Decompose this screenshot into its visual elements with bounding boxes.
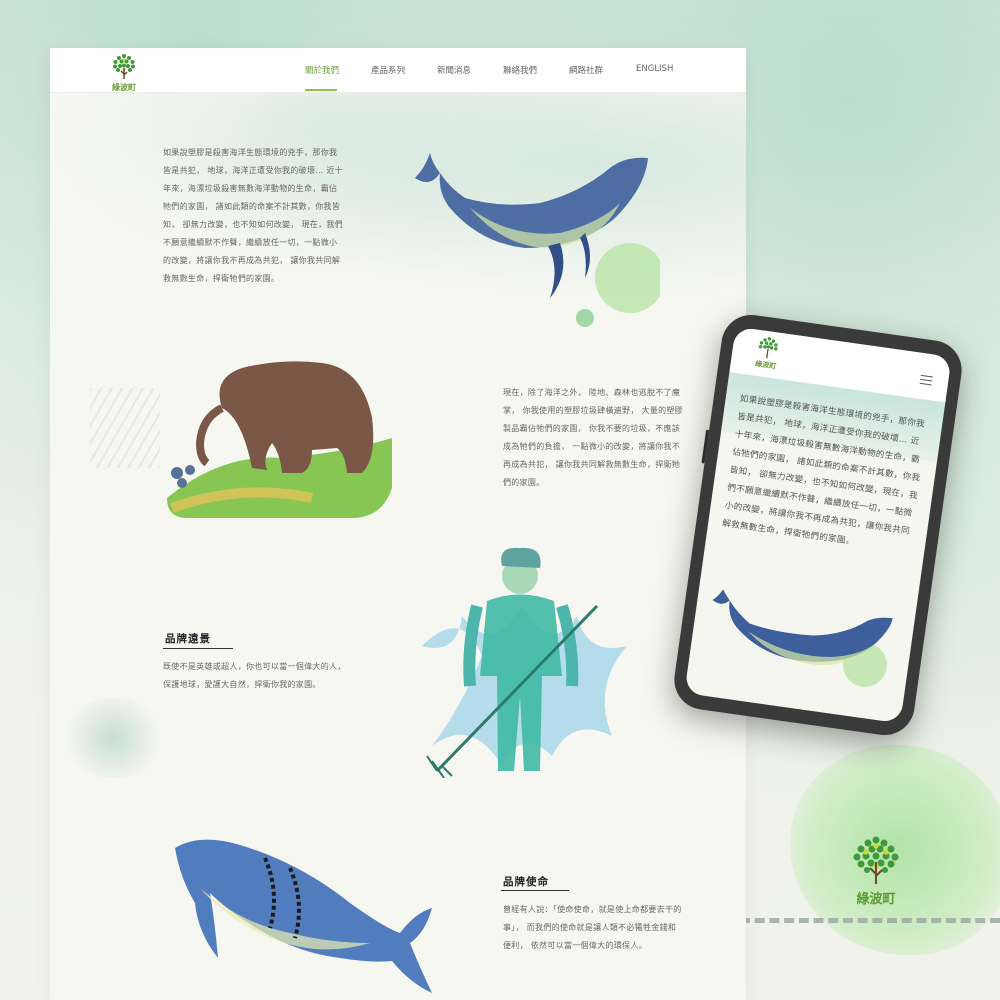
top-navigation: 綠波町 關於我們 產品系列 新聞消息 聯絡我們 網路社群 ENGLISH xyxy=(50,48,746,93)
nav-item-english[interactable]: ENGLISH xyxy=(636,64,673,74)
hamburger-menu-icon[interactable] xyxy=(919,374,933,389)
mobile-brand-logo[interactable]: 綠波町 xyxy=(750,333,785,372)
mobile-whale-illustration xyxy=(712,589,893,687)
mission-title-rule xyxy=(501,890,569,891)
side-brand-logo: 綠波町 xyxy=(846,832,906,907)
whale-illustration-bottom xyxy=(175,839,432,993)
vision-title: 品牌遠景 xyxy=(165,633,211,645)
brand-name: 綠波町 xyxy=(112,83,136,92)
whale-illustration xyxy=(415,153,660,327)
vision-title-rule xyxy=(163,648,233,649)
active-nav-indicator xyxy=(305,89,337,91)
nav-item-news[interactable]: 新聞消息 xyxy=(437,64,471,76)
mobile-screen: 綠波町 如果說塑膠是殺害海洋生態環境的兇手，那你我皆是共犯， 地球，海洋正遭受你… xyxy=(684,326,952,724)
mission-title: 品牌使命 xyxy=(503,876,549,888)
brand-logo[interactable]: 綠波町 xyxy=(106,52,142,93)
sea-god-illustration xyxy=(422,547,627,778)
tree-logo-icon xyxy=(113,54,135,79)
land-paragraph: 現在，除了海洋之外， 陸地、森林也逃脫不了魔掌， 你我使用的塑膠垃圾肆橫遍野， … xyxy=(503,388,683,487)
mobile-intro-paragraph: 如果說塑膠是殺害海洋生態環境的兇手，那你我皆是共犯， 地球，海洋正遭受你我的破壞… xyxy=(721,393,926,548)
desktop-page-mockup: 綠波町 關於我們 產品系列 新聞消息 聯絡我們 網路社群 ENGLISH 如果說… xyxy=(50,48,746,1000)
tree-logo-icon xyxy=(853,836,899,884)
mission-paragraph: 曾經有人說：「使命使命，就是使上命都要去干的事」， 而我們的使命就是讓人類不必犧… xyxy=(503,905,682,950)
nav-item-contact[interactable]: 聯絡我們 xyxy=(503,64,537,76)
elephant-illustration xyxy=(167,361,392,518)
nav-item-social[interactable]: 網路社群 xyxy=(569,64,603,76)
watercolor-blot xyxy=(58,698,168,778)
vision-paragraph: 既使不是英雄或超人，你也可以當一個偉大的人，保護地球，愛護大自然，捍衛你我的家園… xyxy=(163,662,346,689)
side-brand-name: 綠波町 xyxy=(856,892,896,907)
tree-logo-icon xyxy=(758,337,778,359)
hatch-decoration xyxy=(90,388,160,468)
nav-item-about[interactable]: 關於我們 xyxy=(305,64,339,76)
dashed-decoration xyxy=(740,918,1000,923)
nav-item-products[interactable]: 產品系列 xyxy=(371,64,405,76)
intro-paragraph: 如果說塑膠是殺害海洋生態環境的兇手，那你我皆是共犯， 地球，海洋正遭受你我的破壞… xyxy=(163,148,343,283)
